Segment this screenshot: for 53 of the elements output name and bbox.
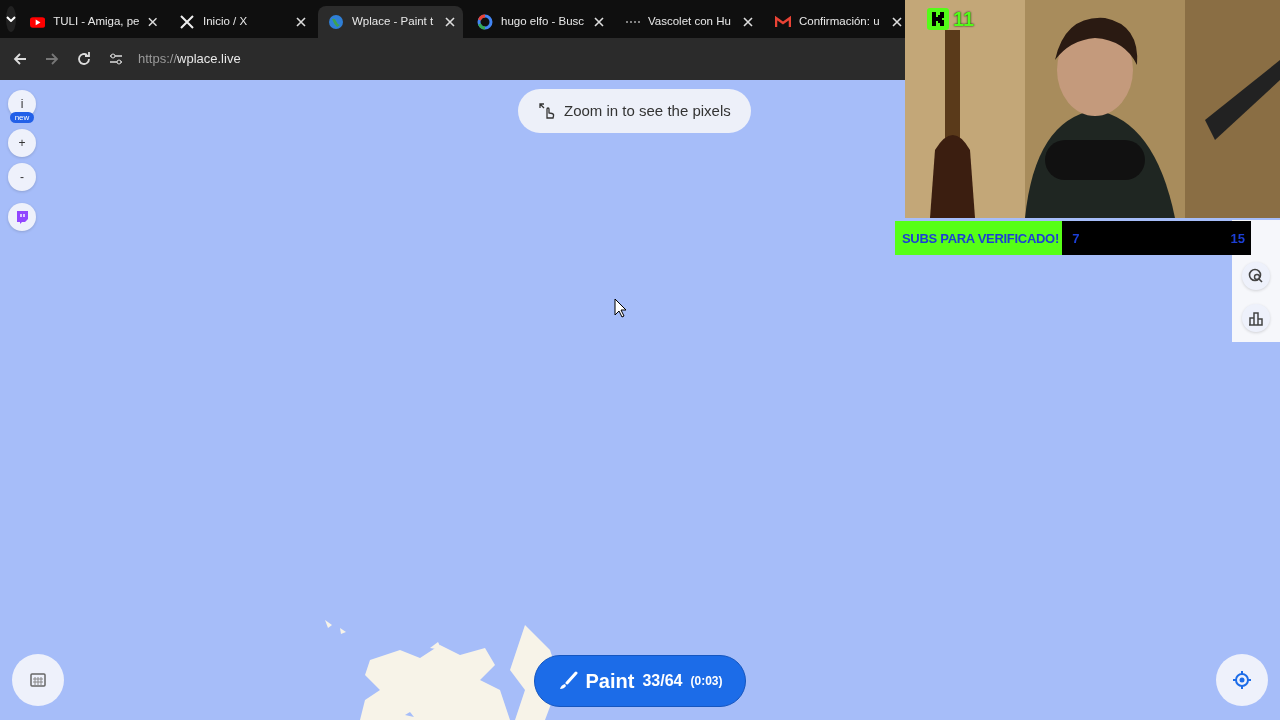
pointer-hand-icon [538,102,556,120]
browser-tab[interactable]: Inicio / X [169,6,314,38]
crosshair-icon [1232,670,1252,690]
locate-button[interactable] [1216,654,1268,706]
back-arrow-icon [12,51,28,67]
google-icon [477,14,493,30]
forward-arrow-icon [44,51,60,67]
browser-tab[interactable]: TULI - Amiga, pe [20,6,165,38]
zoom-out-button[interactable]: - [8,163,36,191]
sliders-icon [108,51,124,67]
tab-title: hugo elfo - Busc [501,14,586,30]
close-icon [296,17,306,27]
twitch-button[interactable] [8,203,36,231]
tab-search-button[interactable] [6,6,16,32]
browser-tab[interactable]: Wplace - Paint t [318,6,463,38]
zoom-in-button[interactable]: + [8,129,36,157]
new-badge: new [9,112,35,123]
globe-icon [328,14,344,30]
close-icon [892,17,902,27]
browser-tab[interactable]: Confirmación: u [765,6,905,38]
tab-title: Inicio / X [203,14,249,30]
x-logo-icon [179,14,195,30]
twitch-icon [15,210,29,224]
search-map-button[interactable] [1242,262,1270,290]
caret-icon [6,16,16,22]
youtube-icon [30,14,46,30]
leaderboard-button[interactable] [1242,304,1270,332]
reload-icon [76,51,92,67]
browser-tab[interactable]: hugo elfo - Busc [467,6,612,38]
close-icon [147,17,157,27]
browser-tab[interactable]: Vascolet con Hu [616,6,761,38]
cursor-icon [614,298,628,318]
gmail-icon [775,14,791,30]
grid-icon [30,673,46,687]
close-icon [445,17,455,27]
zoom-hint-button[interactable]: Zoom in to see the pixels [518,89,751,133]
kick-logo-icon [927,8,949,30]
brush-icon [557,671,578,691]
map-layer-button[interactable] [12,654,64,706]
goal-label: SUBS PARA VERIFICADO! [902,230,1059,248]
goal-current: 7 [1072,230,1080,248]
tab-title: Vascolet con Hu [648,14,732,30]
close-icon [743,17,753,27]
paint-button[interactable]: Paint 33/64 (0:03) [534,655,746,707]
tab-title: TULI - Amiga, pe [53,14,140,30]
address-field[interactable]: https://wplace.live [138,49,241,69]
search-icon [1248,268,1264,284]
tab-title: Wplace - Paint t [352,14,435,30]
viewer-count: 11 [953,7,975,32]
tab-title: Confirmación: u [799,14,881,30]
bar-chart-icon [1248,310,1264,326]
goal-target: 15 [1230,230,1245,248]
close-icon [594,17,604,27]
